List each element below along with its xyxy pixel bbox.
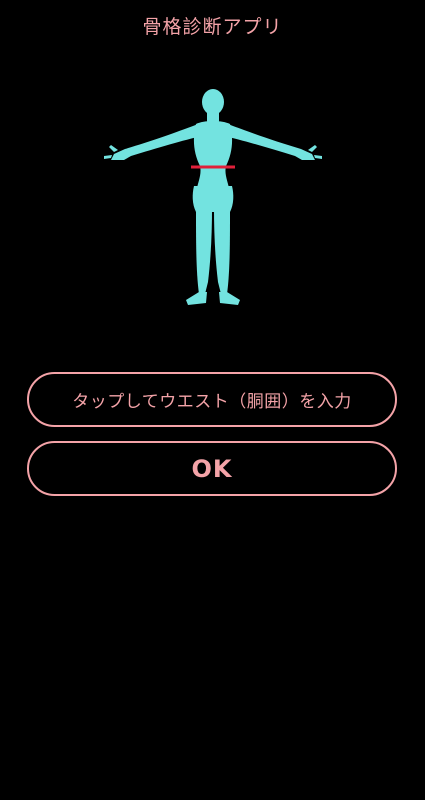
- app-title: 骨格診断アプリ: [142, 16, 283, 38]
- body-silhouette-icon: [104, 89, 322, 305]
- body-figure: [100, 82, 325, 312]
- waist-input-button[interactable]: タップしてウエスト（胴囲）を入力: [27, 372, 397, 427]
- ok-button[interactable]: OK: [27, 441, 397, 496]
